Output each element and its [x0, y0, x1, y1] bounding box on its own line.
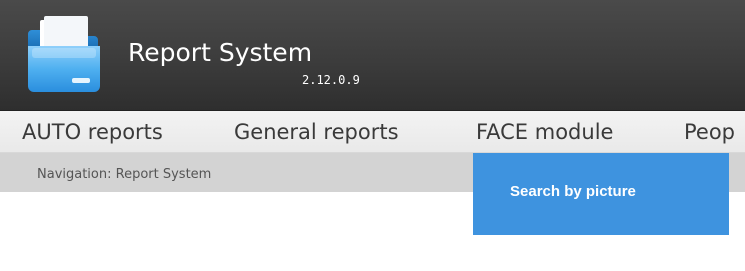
report-system-page: Report System 2.12.0.9 AUTO reports Gene…	[0, 0, 745, 271]
breadcrumb-text: Navigation: Report System	[37, 167, 212, 182]
menu-item-auto-reports[interactable]: AUTO reports	[22, 111, 163, 153]
folder-icon[interactable]	[26, 14, 102, 94]
app-header: Report System 2.12.0.9	[0, 0, 745, 111]
app-version: 2.12.0.9	[302, 73, 360, 87]
menu-item-face-module[interactable]: FACE module	[476, 111, 613, 153]
app-title: Report System	[128, 38, 313, 67]
menu-item-general-reports[interactable]: General reports	[234, 111, 399, 153]
main-menu: AUTO reports General reports FACE module…	[0, 111, 745, 153]
search-by-picture-item[interactable]: Search by picture	[510, 153, 636, 235]
menu-item-people[interactable]: Peop	[684, 111, 735, 153]
face-module-dropdown: Search by picture	[473, 153, 729, 235]
